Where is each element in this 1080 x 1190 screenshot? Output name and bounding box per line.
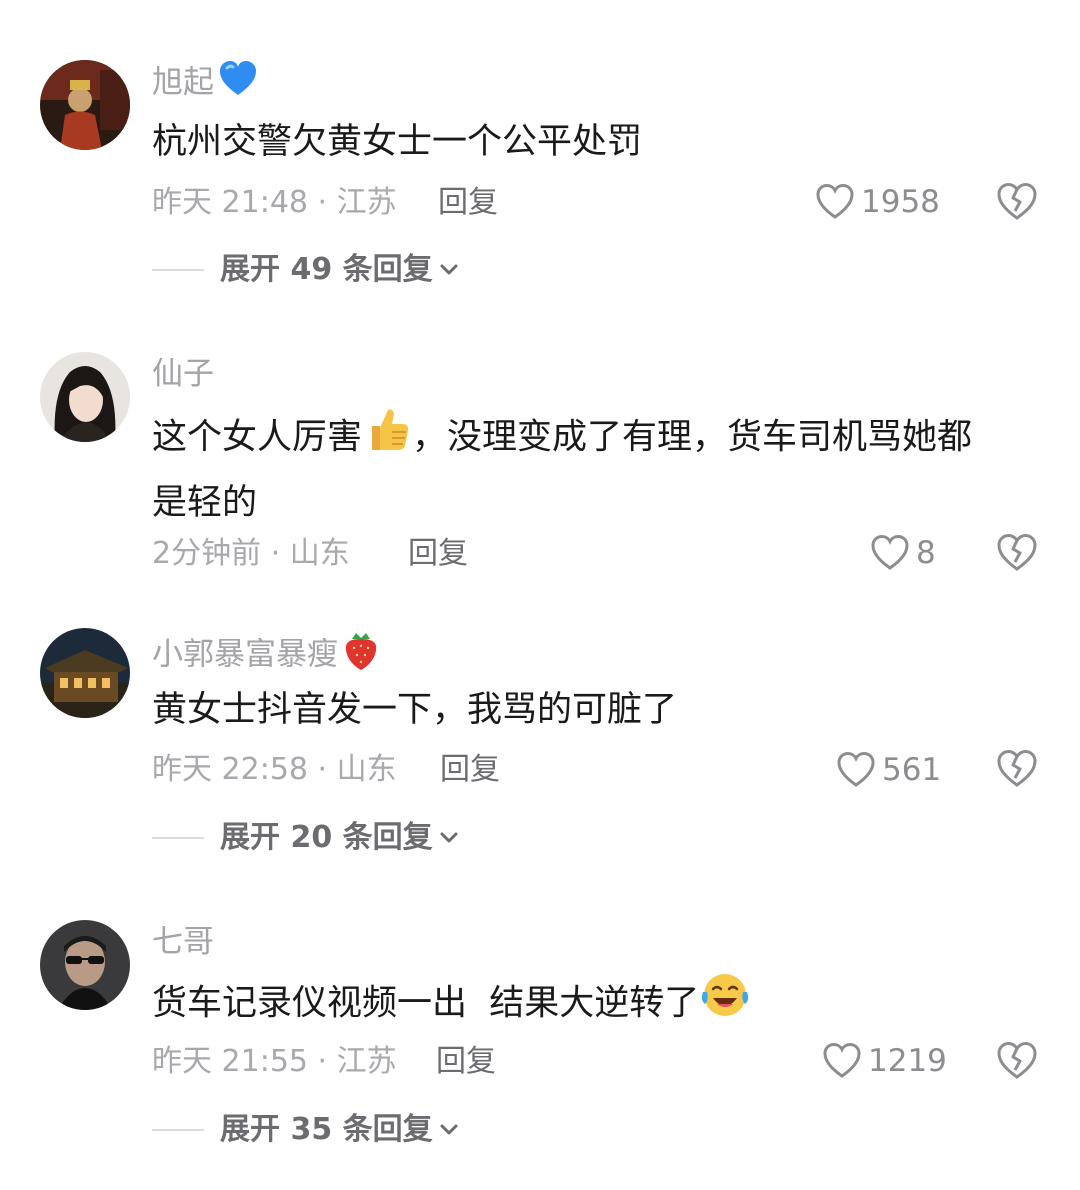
username[interactable]: 七哥 bbox=[152, 922, 214, 962]
dislike-button[interactable] bbox=[996, 181, 1038, 223]
reply-button[interactable]: 回复 bbox=[438, 183, 498, 223]
comment-text: 黄女士抖音发一下，我骂的可脏了 bbox=[152, 690, 678, 730]
avatar[interactable] bbox=[40, 628, 130, 718]
expand-replies[interactable]: 展开 20 条回复 bbox=[152, 818, 459, 858]
dislike-button[interactable] bbox=[996, 1040, 1038, 1082]
like-button[interactable]: 1219 bbox=[822, 1041, 947, 1081]
heart-outline-icon bbox=[871, 534, 909, 570]
comment-text: 货车记录仪视频一出 结果大逆转了 bbox=[152, 970, 1042, 1039]
broken-heart-icon bbox=[997, 1041, 1037, 1079]
chevron-down-icon bbox=[440, 1124, 458, 1135]
username[interactable]: 小郭暴富暴瘦 bbox=[152, 630, 380, 682]
comment-meta: 2分钟前 · 山东 bbox=[152, 536, 350, 571]
like-count: 1958 bbox=[861, 184, 940, 220]
comment-meta: 昨天 22:58 · 山东 bbox=[152, 752, 397, 787]
reply-button[interactable]: 回复 bbox=[408, 534, 468, 574]
username[interactable]: 旭起 bbox=[152, 60, 258, 108]
heart-outline-icon bbox=[816, 183, 854, 219]
reply-button[interactable]: 回复 bbox=[436, 1042, 496, 1082]
like-count: 1219 bbox=[868, 1043, 947, 1079]
avatar[interactable] bbox=[40, 60, 130, 150]
broken-heart-icon bbox=[997, 182, 1037, 220]
comment-meta: 昨天 21:48 · 江苏 bbox=[152, 185, 397, 220]
comment-meta: 昨天 21:55 · 江苏 bbox=[152, 1044, 397, 1079]
strawberry-icon bbox=[342, 630, 380, 682]
like-button[interactable]: 8 bbox=[870, 533, 936, 573]
broken-heart-icon bbox=[997, 749, 1037, 787]
username[interactable]: 仙子 bbox=[152, 354, 214, 394]
chevron-down-icon bbox=[440, 832, 458, 843]
divider-line bbox=[152, 1129, 204, 1131]
avatar[interactable] bbox=[40, 920, 130, 1010]
chevron-down-icon bbox=[440, 264, 458, 275]
like-button[interactable]: 561 bbox=[836, 750, 941, 790]
dislike-button[interactable] bbox=[996, 748, 1038, 790]
comment-text: 这个女人厉害 ，没理变成了有理，货车司机骂她都 是轻的 bbox=[152, 404, 1042, 533]
blue-heart-icon bbox=[218, 60, 258, 108]
expand-replies[interactable]: 展开 35 条回复 bbox=[152, 1110, 459, 1150]
dislike-button[interactable] bbox=[996, 532, 1038, 574]
broken-heart-icon bbox=[997, 533, 1037, 571]
expand-replies[interactable]: 展开 49 条回复 bbox=[152, 250, 459, 290]
thumbs-up-icon bbox=[362, 404, 412, 473]
divider-line bbox=[152, 837, 204, 839]
laughing-tears-icon bbox=[699, 970, 751, 1039]
like-button[interactable]: 1958 bbox=[815, 182, 940, 222]
heart-outline-icon bbox=[837, 751, 875, 787]
reply-button[interactable]: 回复 bbox=[440, 750, 500, 790]
like-count: 561 bbox=[882, 752, 942, 788]
avatar[interactable] bbox=[40, 352, 130, 442]
comment-text: 杭州交警欠黄女士一个公平处罚 bbox=[152, 122, 643, 162]
divider-line bbox=[152, 269, 204, 271]
like-count: 8 bbox=[916, 535, 936, 571]
heart-outline-icon bbox=[823, 1042, 861, 1078]
